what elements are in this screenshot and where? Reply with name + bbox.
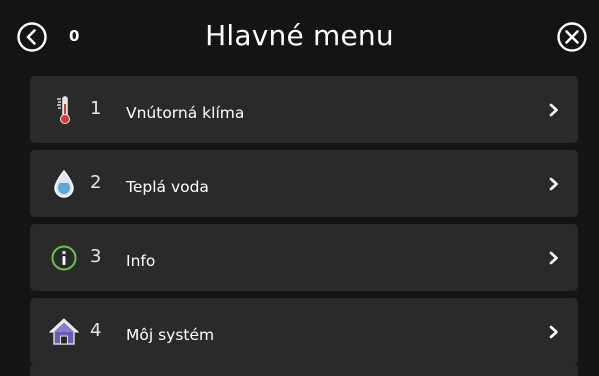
menu-item-info[interactable]: 3 Info — [30, 224, 578, 291]
close-circle-icon — [557, 22, 587, 52]
chevron-right-icon — [548, 324, 560, 340]
menu-item-number: 4 — [90, 320, 102, 341]
page-title: Hlavné menu — [205, 19, 394, 52]
chevron-right-icon — [548, 176, 560, 192]
header: 0 Hlavné menu — [0, 0, 599, 76]
menu-item-partial — [30, 364, 578, 376]
menu-item-hot-water[interactable]: 2 Teplá voda — [30, 150, 578, 217]
menu-item-label: Teplá voda — [126, 178, 209, 196]
house-icon — [48, 316, 80, 348]
chevron-right-icon — [548, 250, 560, 266]
menu-item-my-system[interactable]: 4 Môj systém — [30, 298, 578, 365]
chevron-right-icon — [548, 102, 560, 118]
menu-item-number: 3 — [90, 246, 102, 267]
info-icon — [48, 242, 80, 274]
thermometer-icon — [48, 94, 80, 126]
menu-item-label: Môj systém — [126, 326, 215, 344]
menu-item-label: Vnútorná klíma — [126, 104, 245, 122]
menu-item-number: 2 — [90, 172, 102, 193]
close-button[interactable] — [555, 20, 589, 54]
menu-item-label: Info — [126, 252, 156, 270]
water-drop-icon — [48, 168, 80, 200]
menu-item-indoor-climate[interactable]: 1 Vnútorná klíma — [30, 76, 578, 143]
menu-item-number: 1 — [90, 98, 102, 119]
